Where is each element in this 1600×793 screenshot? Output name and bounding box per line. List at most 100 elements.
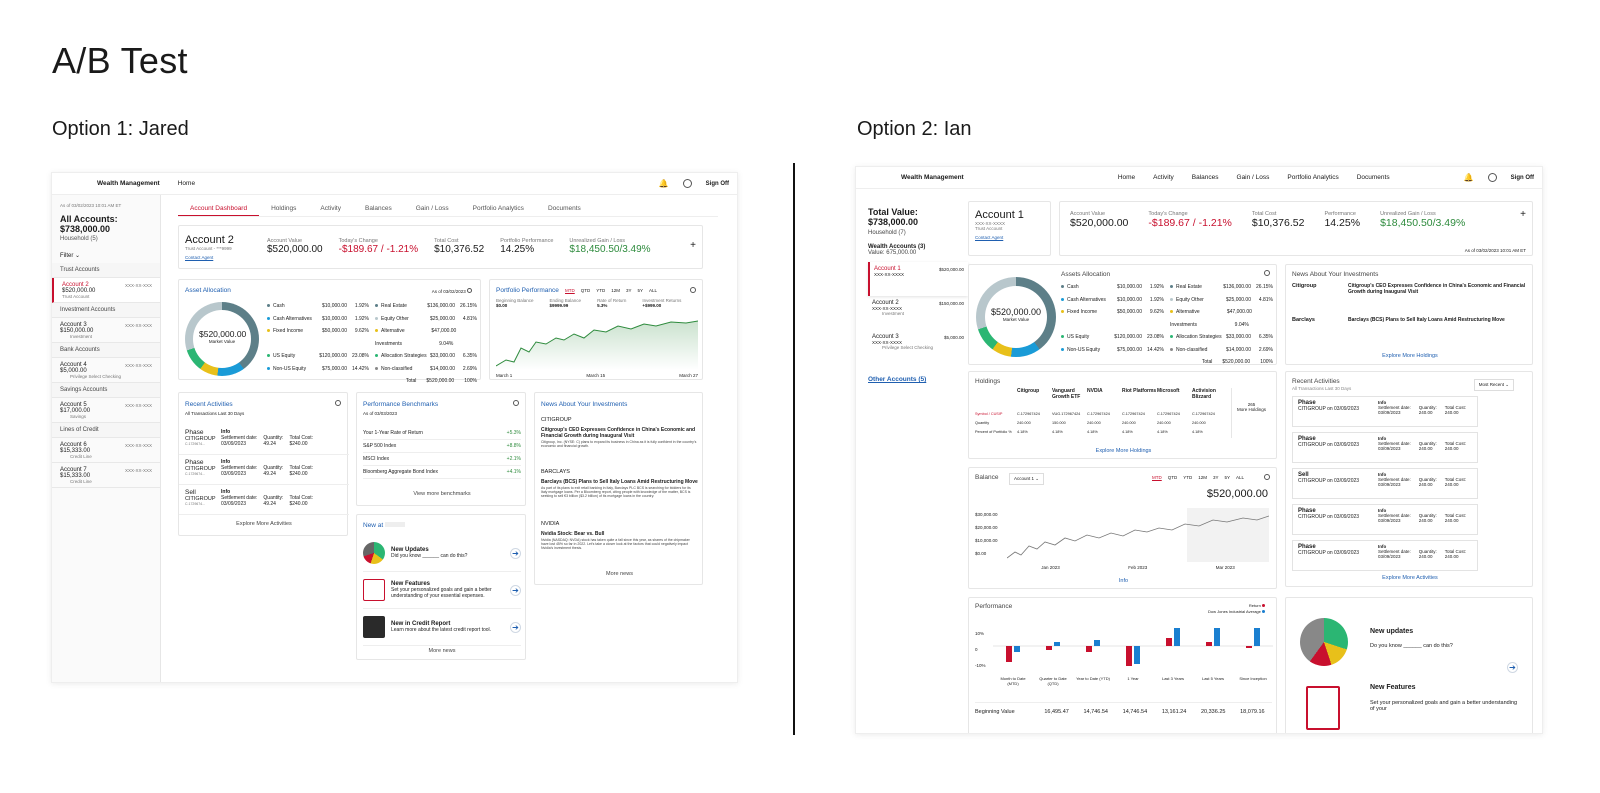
new-at-item[interactable]: New Features Set your personalized goals … [363, 572, 521, 609]
holding-column[interactable]: Citigroup [1017, 388, 1052, 410]
range-option[interactable]: YTD [596, 288, 605, 293]
nav-link[interactable]: Activity [1153, 174, 1174, 181]
activity-row[interactable]: Phase CITIGROUP on 03/09/2023 Info Settleme… [1292, 504, 1478, 535]
news-item[interactable]: NVIDIA Nvidia Stock: Bear vs. Bull Nvidia … [541, 521, 698, 565]
contact-agent-link[interactable]: Contact Agent [975, 235, 1044, 240]
range-option[interactable]: 12M [611, 288, 620, 293]
sort-dropdown[interactable]: Most Recent ⌄ [1473, 379, 1514, 391]
holding-column[interactable]: NVDIA [1087, 388, 1122, 410]
range-option[interactable]: 5Y [638, 288, 644, 293]
arrow-right-icon[interactable]: ➔ [1507, 662, 1518, 673]
new-at-item[interactable]: New Updates Did you know ______ can do th… [363, 535, 521, 572]
arrow-right-icon[interactable]: ➔ [510, 547, 521, 559]
balance-account-select[interactable]: Account 1 ⌄ [1009, 473, 1045, 485]
sidebar-account[interactable]: Account 2 XXX-XX-XXX $520,000.00 Trust Acco… [52, 278, 160, 303]
arrow-right-icon[interactable]: ➔ [510, 621, 521, 633]
bell-icon[interactable]: 🔔 [659, 179, 669, 188]
contact-agent-link[interactable]: Contact Agent [185, 255, 234, 260]
new-at-card: New at New Updates Did you know ______ ca… [356, 514, 526, 660]
range-option[interactable]: MTD [1152, 475, 1162, 480]
range-option[interactable]: ALL [1236, 475, 1244, 480]
range-option[interactable]: 3Y [1213, 475, 1219, 480]
explore-more-holdings[interactable]: Explore More Holdings [1286, 353, 1534, 359]
activity-row[interactable]: Phase CITIGROUP C.1729674... Info Settlement… [179, 425, 349, 455]
holding-column[interactable]: Activision Blizzard [1192, 388, 1227, 410]
holding-column[interactable]: Riot Platforms [1122, 388, 1157, 410]
tab[interactable]: Holdings [259, 203, 308, 216]
nav-link[interactable]: Gain / Loss [1237, 174, 1270, 181]
donut-center-label: Market Value [208, 339, 236, 344]
tab[interactable]: Account Dashboard [178, 203, 260, 216]
activity-row[interactable]: Sell CITIGROUP on 03/09/2023 Info Settlemen… [1292, 468, 1478, 499]
explore-more-activities[interactable]: Explore More Activities [1286, 575, 1534, 581]
account-item[interactable]: Account 3 $5,000.00 XXX-XX-XXXX Privilege S… [868, 330, 968, 364]
account-item[interactable]: Account 2 $150,000.00 XXX-XX-XXXX Investmen… [868, 296, 968, 330]
add-button[interactable]: + [690, 240, 696, 251]
as-of: As of 03/02/2023 10:01 AM ET [60, 203, 122, 208]
filter-dropdown[interactable]: Filter ⌄ [60, 252, 152, 259]
news-item[interactable]: BARCLAYS Barclays (BCS) Plans to Sell Ita… [541, 469, 698, 513]
info-icon[interactable] [335, 400, 341, 406]
explore-more-holdings-link[interactable]: Explore More Holdings [969, 448, 1278, 454]
explore-more-activities[interactable]: Explore More Activities [179, 521, 349, 527]
tab[interactable]: Portfolio Analytics [461, 203, 536, 216]
range-option[interactable]: ALL [649, 288, 657, 293]
info-icon[interactable] [690, 287, 696, 293]
nav-link[interactable]: Balances [1192, 174, 1219, 181]
activity-row[interactable]: Phase CITIGROUP on 03/09/2023 Info Settleme… [1292, 432, 1478, 463]
holding-column[interactable]: Vanguard Growth ETF [1052, 388, 1087, 410]
household: Household (5) [60, 236, 98, 242]
activity-row[interactable]: Sell CITIGROUP C.1729674... Info Settlement … [179, 485, 349, 515]
account-item[interactable]: Account 1 $520,000.00 XXX-XX-XXXX [868, 262, 968, 296]
activity-row[interactable]: Phase CITIGROUP on 03/09/2023 Info Settleme… [1292, 540, 1478, 571]
info-icon[interactable] [467, 288, 472, 293]
info-icon[interactable] [1264, 270, 1270, 276]
user-icon[interactable] [1487, 173, 1497, 182]
sidebar-account[interactable]: Account 5 XXX-XX-XXX $17,000.00 Savings [52, 398, 160, 423]
nav-link[interactable]: Documents [1357, 174, 1390, 181]
more-news-link[interactable]: More news [357, 648, 527, 654]
news-item[interactable]: CITIGROUP Citigroup's CEO Expresses Confi… [541, 417, 698, 461]
news-list: Citigroup Citigroup's CEO Expresses Confi… [1292, 283, 1528, 351]
holding-column[interactable]: Microsoft [1157, 388, 1192, 410]
tab[interactable]: Activity [308, 203, 353, 216]
bell-icon[interactable]: 🔔 [1464, 173, 1474, 182]
tab[interactable]: Gain / Loss [404, 203, 461, 216]
new-at-item[interactable]: New in Credit Report Learn more about the… [363, 609, 521, 646]
range-option[interactable]: 12M [1198, 475, 1207, 480]
view-more-benchmarks[interactable]: View more benchmarks [357, 491, 527, 497]
range-option[interactable]: YTD [1183, 475, 1192, 480]
account-card: Account 1 XXX-XX-XXXX Trust Account Cont… [968, 201, 1051, 256]
range-option[interactable]: QTD [1168, 475, 1178, 480]
sidebar-account[interactable]: Account 6 XXX-XX-XXX $15,333.00 Credit Line [52, 438, 160, 463]
nav-link[interactable]: Portfolio Analytics [1287, 174, 1338, 181]
activity-row[interactable]: Phase CITIGROUP C.1729674... Info Settlement… [179, 455, 349, 485]
range-option[interactable]: 5Y [1225, 475, 1231, 480]
arrow-right-icon[interactable]: ➔ [510, 584, 521, 596]
nav-home[interactable]: Home [178, 180, 195, 187]
other-accounts-link[interactable]: Other Accounts (5) [868, 376, 968, 383]
balance-info-link[interactable]: Info [969, 578, 1278, 584]
account-number: XXX-XX-XXX [124, 362, 152, 368]
more-holdings-count[interactable]: 265 More Holdings [1231, 388, 1271, 438]
add-button[interactable]: + [1520, 209, 1526, 220]
sign-out-link[interactable]: Sign Off [1511, 175, 1534, 181]
range-option[interactable]: QTD [581, 288, 591, 293]
tab[interactable]: Documents [536, 203, 593, 216]
range-option[interactable]: MTD [565, 288, 575, 293]
sidebar-account[interactable]: Account 7 XXX-XX-XXX $15,333.00 Credit Line [52, 463, 160, 488]
user-icon[interactable] [682, 179, 692, 188]
sidebar-account[interactable]: Account 3 XXX-XX-XXX $150,000.00 Investment [52, 318, 160, 343]
news-item[interactable]: Barclays Barclays (BCS) Plans to Sell Ita… [1292, 317, 1528, 349]
range-option[interactable]: 3Y [626, 288, 632, 293]
activity-row[interactable]: Phase CITIGROUP on 03/09/2023 Info Settleme… [1292, 396, 1478, 427]
sign-out-link[interactable]: Sign Off [706, 181, 729, 187]
news-item[interactable]: Citigroup Citigroup's CEO Expresses Confi… [1292, 283, 1528, 315]
info-icon[interactable] [1264, 474, 1270, 480]
asset-class: Cash [1061, 281, 1079, 294]
sidebar-account[interactable]: Account 4 XXX-XX-XXX $5,000.00 Privilege Se… [52, 358, 160, 383]
info-icon[interactable] [513, 400, 519, 406]
tab[interactable]: Balances [353, 203, 404, 216]
more-news-button[interactable]: More news [535, 571, 704, 577]
nav-link[interactable]: Home [1118, 174, 1135, 181]
